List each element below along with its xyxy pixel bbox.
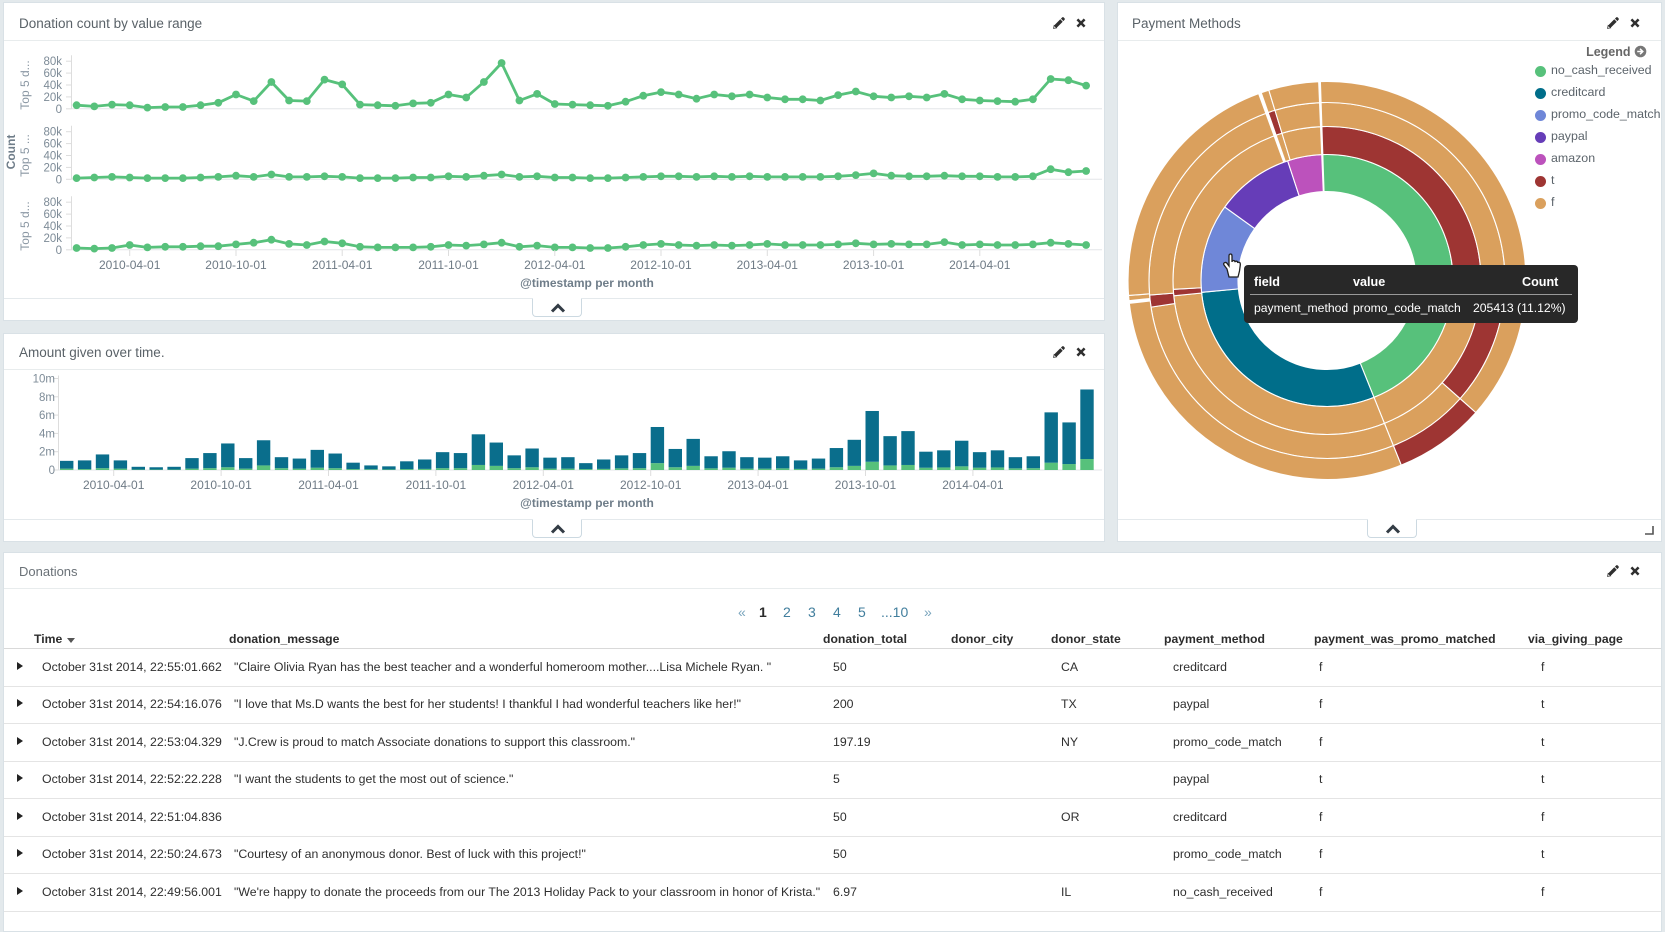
svg-text:20k: 20k: [43, 92, 62, 104]
svg-text:2013-10-01: 2013-10-01: [835, 478, 897, 492]
svg-text:80k: 80k: [43, 197, 62, 209]
svg-text:60k: 60k: [43, 139, 62, 151]
svg-text:80k: 80k: [43, 56, 62, 68]
svg-text:2011-10-01: 2011-10-01: [418, 258, 479, 272]
svg-text:2013-04-01: 2013-04-01: [737, 258, 799, 272]
svg-text:60k: 60k: [43, 68, 62, 80]
svg-text:4m: 4m: [39, 428, 55, 440]
svg-text:@timestamp per month: @timestamp per month: [520, 496, 654, 510]
svg-text:2014-04-01: 2014-04-01: [949, 258, 1011, 272]
svg-text:60k: 60k: [43, 209, 62, 221]
svg-text:2m: 2m: [39, 447, 55, 459]
svg-text:2014-04-01: 2014-04-01: [942, 478, 1004, 492]
svg-text:6m: 6m: [39, 410, 55, 422]
svg-text:40k: 40k: [43, 80, 62, 92]
svg-text:2013-10-01: 2013-10-01: [843, 258, 905, 272]
svg-text:Top 5 ...: Top 5 ...: [18, 134, 32, 177]
svg-text:0: 0: [56, 245, 62, 257]
svg-text:Count: Count: [4, 135, 18, 170]
svg-text:Top 5 d...: Top 5 d...: [18, 201, 32, 250]
svg-text:2010-10-01: 2010-10-01: [205, 258, 267, 272]
svg-text:2010-04-01: 2010-04-01: [99, 258, 161, 272]
svg-text:Top 5 d...: Top 5 d...: [18, 60, 32, 109]
svg-text:8m: 8m: [39, 392, 55, 404]
svg-text:2012-10-01: 2012-10-01: [620, 478, 682, 492]
svg-text:0: 0: [56, 104, 62, 116]
svg-text:2010-04-01: 2010-04-01: [83, 478, 145, 492]
svg-text:40k: 40k: [43, 221, 62, 233]
svg-text:10m: 10m: [33, 374, 55, 386]
svg-text:40k: 40k: [43, 151, 62, 163]
svg-text:20k: 20k: [43, 233, 62, 245]
svg-text:0: 0: [56, 174, 62, 186]
svg-text:2012-10-01: 2012-10-01: [630, 258, 692, 272]
svg-text:80k: 80k: [43, 127, 62, 139]
svg-text:2013-04-01: 2013-04-01: [727, 478, 789, 492]
svg-text:@timestamp per month: @timestamp per month: [520, 276, 654, 290]
svg-text:2011-04-01: 2011-04-01: [298, 478, 359, 492]
svg-text:20k: 20k: [43, 162, 62, 174]
svg-text:2012-04-01: 2012-04-01: [513, 478, 575, 492]
svg-text:2012-04-01: 2012-04-01: [524, 258, 586, 272]
svg-text:2011-10-01: 2011-10-01: [406, 478, 467, 492]
svg-text:2011-04-01: 2011-04-01: [312, 258, 373, 272]
svg-text:2010-10-01: 2010-10-01: [190, 478, 252, 492]
svg-text:0: 0: [49, 465, 55, 477]
